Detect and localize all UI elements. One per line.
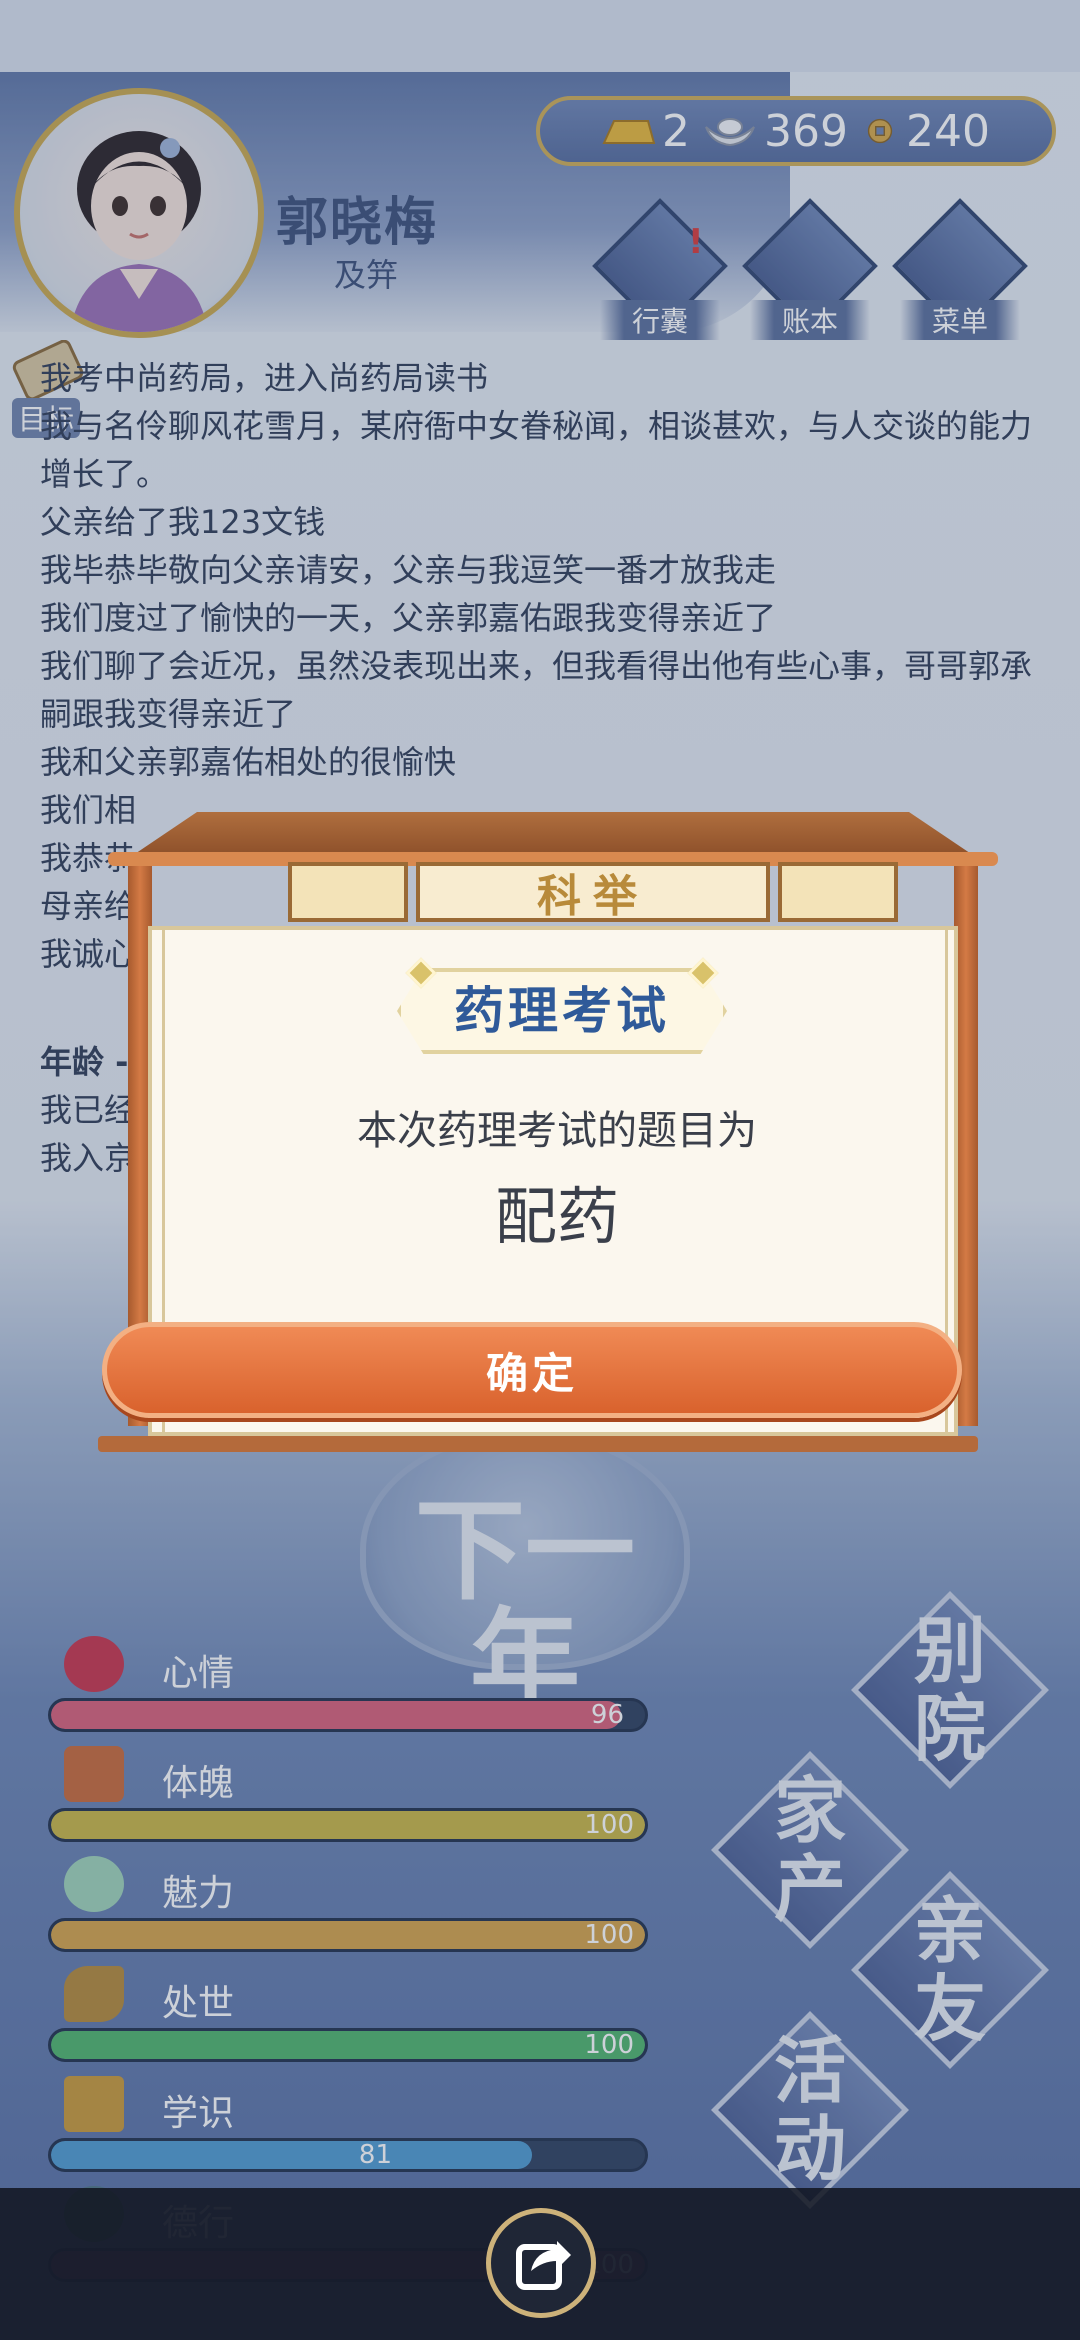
exam-prompt: 本次药理考试的题目为: [357, 1108, 757, 1154]
exam-dialog: 科举 药理考试 本次药理考试的题目为 配药 确定: [98, 800, 998, 1460]
exam-subject: 配药: [494, 1180, 619, 1253]
confirm-button[interactable]: 确定: [102, 1322, 962, 1418]
share-icon: [516, 2241, 571, 2290]
dialog-header: 科举: [416, 862, 770, 922]
dialog-header-row: 科举: [288, 862, 898, 922]
exam-title-banner: 药理考试: [397, 968, 727, 1054]
dialog-roof: [125, 812, 981, 860]
dialog-base: [98, 1436, 978, 1452]
game-screen: 郭晓梅 及笄 2 369 240 行囊 ! 账本 菜单 目标 我考中尚药局，进入…: [0, 0, 1080, 2340]
lattice-ornament-right: [778, 862, 898, 922]
exam-title: 药理考试: [454, 982, 670, 1040]
share-button[interactable]: [486, 2208, 596, 2318]
lattice-ornament-left: [288, 862, 408, 922]
